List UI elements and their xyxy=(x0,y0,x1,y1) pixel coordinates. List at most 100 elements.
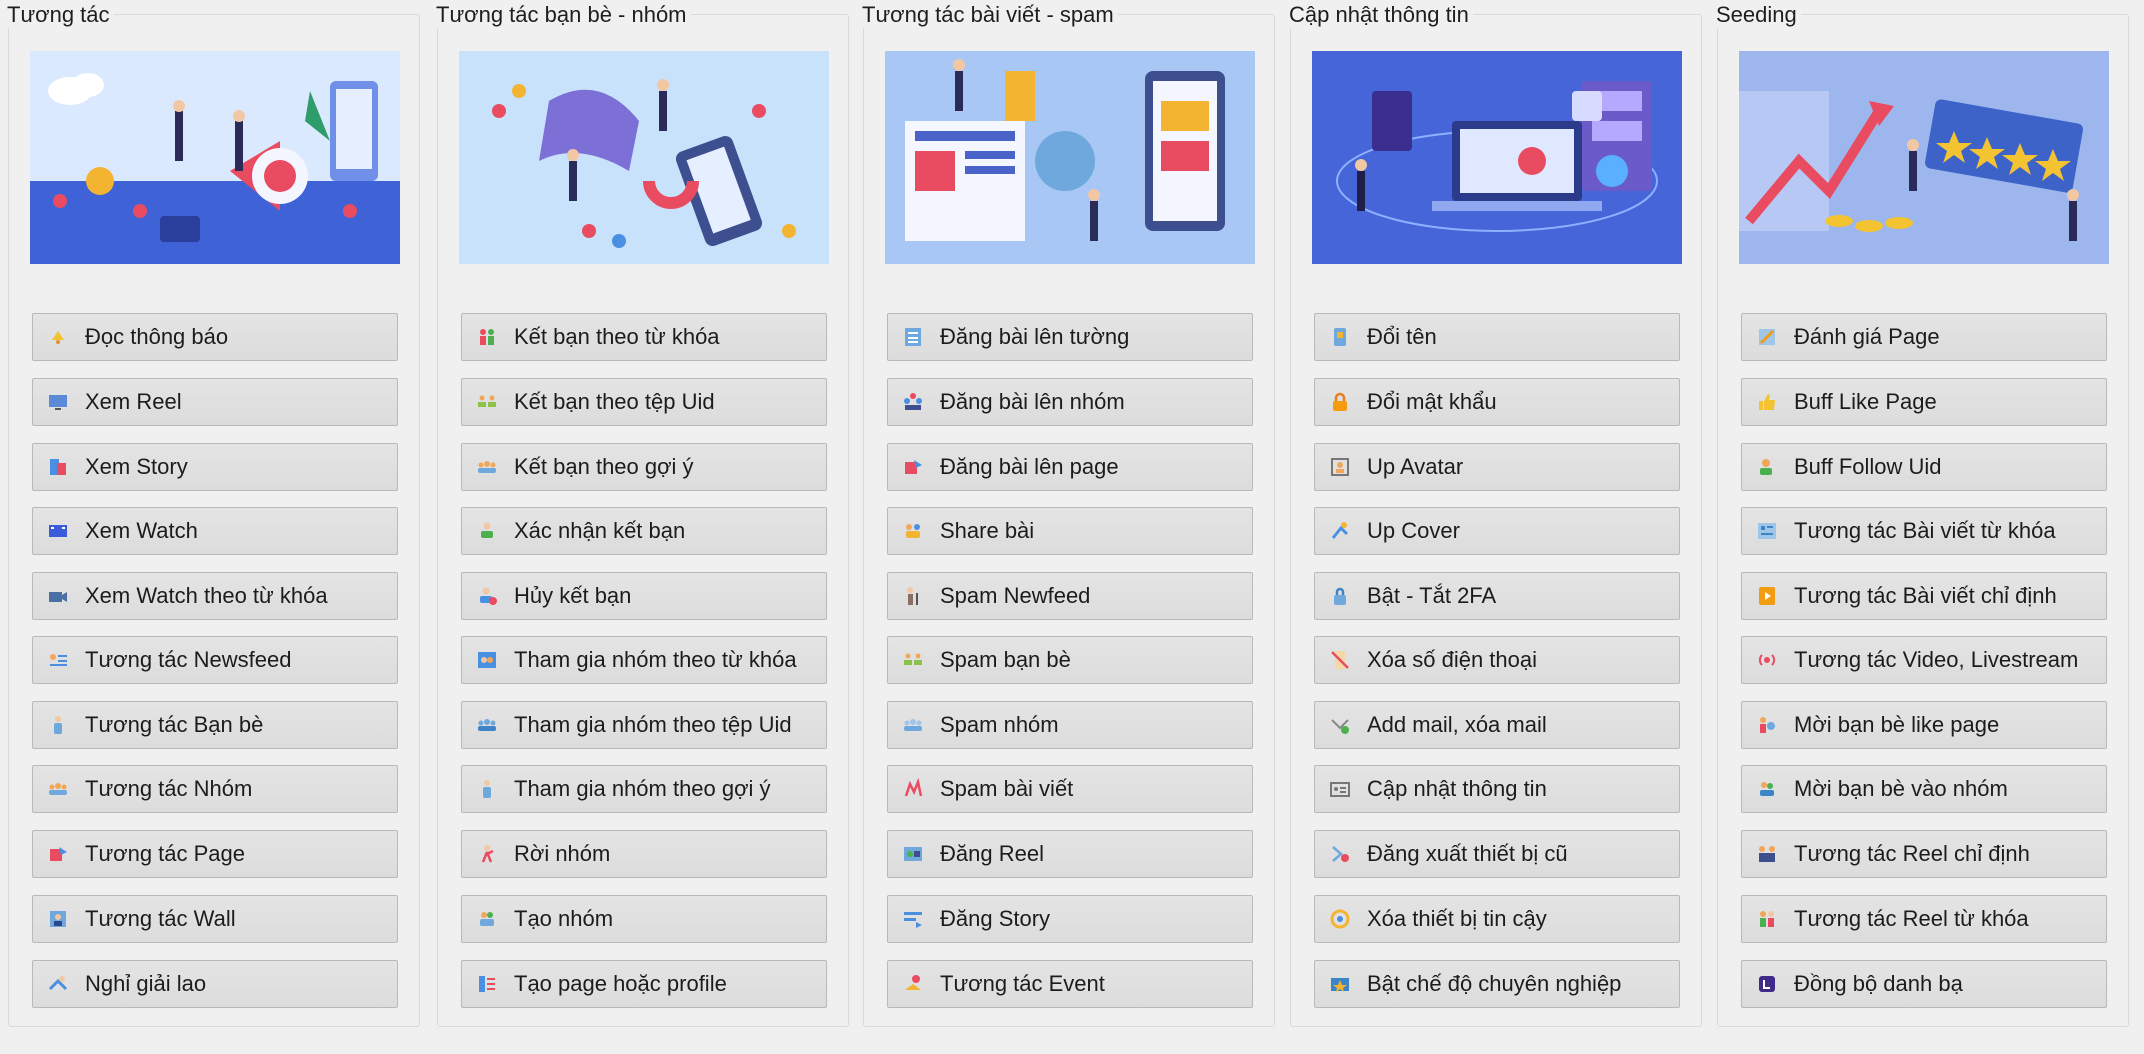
dang-bai-len-tuong-button[interactable]: Đăng bài lên tường xyxy=(887,313,1253,361)
button-label: Kết bạn theo từ khóa xyxy=(514,324,720,349)
huy-ket-ban-button[interactable]: Hủy kết bạn xyxy=(461,572,827,620)
tuong-tac-bai-viet-chi-dinh-button[interactable]: Tương tác Bài viết chỉ định xyxy=(1741,572,2107,620)
tuong-tac-newsfeed-button[interactable]: Tương tác Newsfeed xyxy=(32,636,398,684)
tuong-tac-ban-be-button[interactable]: Tương tác Bạn bè xyxy=(32,701,398,749)
tham-gia-nhom-goi-y-button[interactable]: Tham gia nhóm theo gợi ý xyxy=(461,765,827,813)
banner-image xyxy=(1739,51,2109,264)
spam-feed-icon xyxy=(902,585,924,607)
monitor-icon xyxy=(47,391,69,413)
spam-bai-viet-button[interactable]: Spam bài viết xyxy=(887,765,1253,813)
button-label: Tham gia nhóm theo tệp Uid xyxy=(514,712,792,737)
tuong-tac-bai-viet-tu-khoa-button[interactable]: Tương tác Bài viết từ khóa xyxy=(1741,507,2107,555)
tuong-tac-reel-tu-khoa-button[interactable]: Tương tác Reel từ khóa xyxy=(1741,895,2107,943)
invite-like-icon xyxy=(1756,714,1778,736)
dong-bo-danh-ba-button[interactable]: Đồng bộ danh bạ xyxy=(1741,960,2107,1008)
tuong-tac-event-button[interactable]: Tương tác Event xyxy=(887,960,1253,1008)
tuong-tac-page-button[interactable]: Tương tác Page xyxy=(32,830,398,878)
button-label: Xem Watch xyxy=(85,518,198,543)
dang-reel-button[interactable]: Đăng Reel xyxy=(887,830,1253,878)
camera-icon xyxy=(47,585,69,607)
xem-watch-button[interactable]: Xem Watch xyxy=(32,507,398,555)
bat-tat-2fa-button[interactable]: Bật - Tắt 2FA xyxy=(1314,572,1680,620)
button-label: Tương tác Bạn bè xyxy=(85,712,264,737)
logout-icon xyxy=(1329,843,1351,865)
spam-nhom-button[interactable]: Spam nhóm xyxy=(887,701,1253,749)
group-title: Tương tác bạn bè - nhóm xyxy=(434,2,691,28)
xac-nhan-ket-ban-button[interactable]: Xác nhận kết bạn xyxy=(461,507,827,555)
add-mail-xoa-mail-button[interactable]: Add mail, xóa mail xyxy=(1314,701,1680,749)
up-cover-button[interactable]: Up Cover xyxy=(1314,507,1680,555)
button-label: Đổi tên xyxy=(1367,324,1437,349)
button-label: Add mail, xóa mail xyxy=(1367,712,1547,737)
button-label: Đăng Story xyxy=(940,906,1051,931)
tuong-tac-nhom-button[interactable]: Tương tác Nhóm xyxy=(32,765,398,813)
share-bai-button[interactable]: Share bài xyxy=(887,507,1253,555)
ket-ban-goi-y-button[interactable]: Kết bạn theo gợi ý xyxy=(461,443,827,491)
button-label: Rời nhóm xyxy=(514,841,611,866)
group-tuong-tac: Tương tác Đọc thông báo Xem Reel Xem Sto… xyxy=(5,2,420,1027)
ket-ban-tu-khoa-button[interactable]: Kết bạn theo từ khóa xyxy=(461,313,827,361)
moi-ban-be-vao-nhom-button[interactable]: Mời bạn bè vào nhóm xyxy=(1741,765,2107,813)
person-icon xyxy=(47,714,69,736)
contacts-icon xyxy=(1756,973,1778,995)
up-avatar-button[interactable]: Up Avatar xyxy=(1314,443,1680,491)
xoa-so-dien-thoai-button[interactable]: Xóa số điện thoại xyxy=(1314,636,1680,684)
follow-icon xyxy=(1756,456,1778,478)
moi-ban-be-like-page-button[interactable]: Mời bạn bè like page xyxy=(1741,701,2107,749)
xoa-thiet-bi-tin-cay-button[interactable]: Xóa thiết bị tin cậy xyxy=(1314,895,1680,943)
group-icon xyxy=(476,714,498,736)
play-icon xyxy=(1756,585,1778,607)
cap-nhat-thong-tin-button[interactable]: Cập nhật thông tin xyxy=(1314,765,1680,813)
ket-ban-tep-uid-button[interactable]: Kết bạn theo tệp Uid xyxy=(461,378,827,426)
button-label: Tham gia nhóm theo từ khóa xyxy=(514,647,797,672)
bat-che-do-chuyen-nghiep-button[interactable]: Bật chế độ chuyên nghiệp xyxy=(1314,960,1680,1008)
dang-bai-len-page-button[interactable]: Đăng bài lên page xyxy=(887,443,1253,491)
confirm-user-icon xyxy=(476,520,498,542)
tao-page-profile-button[interactable]: Tạo page hoặc profile xyxy=(461,960,827,1008)
danh-gia-page-button[interactable]: Đánh giá Page xyxy=(1741,313,2107,361)
leave-icon xyxy=(476,843,498,865)
doi-ten-button[interactable]: Đổi tên xyxy=(1314,313,1680,361)
button-label: Tương tác Reel chỉ định xyxy=(1794,841,2030,866)
tuong-tac-video-livestream-button[interactable]: Tương tác Video, Livestream xyxy=(1741,636,2107,684)
dang-bai-len-nhom-button[interactable]: Đăng bài lên nhóm xyxy=(887,378,1253,426)
doi-mat-khau-button[interactable]: Đổi mật khẩu xyxy=(1314,378,1680,426)
tuong-tac-reel-chi-dinh-button[interactable]: Tương tác Reel chỉ định xyxy=(1741,830,2107,878)
xem-reel-button[interactable]: Xem Reel xyxy=(32,378,398,426)
buff-like-page-button[interactable]: Buff Like Page xyxy=(1741,378,2107,426)
tham-gia-nhom-tu-khoa-button[interactable]: Tham gia nhóm theo từ khóa xyxy=(461,636,827,684)
page-icon xyxy=(902,456,924,478)
button-label: Bật chế độ chuyên nghiệp xyxy=(1367,971,1622,996)
xem-story-button[interactable]: Xem Story xyxy=(32,443,398,491)
button-label: Xem Watch theo từ khóa xyxy=(85,583,328,608)
button-label: Mời bạn bè like page xyxy=(1794,712,2000,737)
button-label: Spam bài viết xyxy=(940,776,1074,801)
dang-story-button[interactable]: Đăng Story xyxy=(887,895,1253,943)
people-list-icon xyxy=(476,391,498,413)
spam-post-icon xyxy=(902,778,924,800)
button-label: Xem Story xyxy=(85,454,188,479)
xem-watch-tu-khoa-button[interactable]: Xem Watch theo từ khóa xyxy=(32,572,398,620)
film-icon xyxy=(47,520,69,542)
nghi-giai-lao-button[interactable]: Nghỉ giải lao xyxy=(32,960,398,1008)
tao-nhom-button[interactable]: Tạo nhóm xyxy=(461,895,827,943)
tuong-tac-wall-button[interactable]: Tương tác Wall xyxy=(32,895,398,943)
person-icon xyxy=(476,778,498,800)
spam-newfeed-button[interactable]: Spam Newfeed xyxy=(887,572,1253,620)
group-title: Cập nhật thông tin xyxy=(1287,2,1473,28)
buff-follow-uid-button[interactable]: Buff Follow Uid xyxy=(1741,443,2107,491)
rate-icon xyxy=(1756,326,1778,348)
padlock-icon xyxy=(1329,585,1351,607)
group-tuong-tac-bai-viet-spam: Tương tác bài viết - spam Đăng bài lên t… xyxy=(860,2,1275,1027)
spam-ban-be-button[interactable]: Spam bạn bè xyxy=(887,636,1253,684)
group-seeding: Seeding Đánh giá Page Buff Like Page Buf… xyxy=(1714,2,2129,1027)
id-card-icon xyxy=(1329,778,1351,800)
doc-thong-bao-button[interactable]: Đọc thông báo xyxy=(32,313,398,361)
button-label: Nghỉ giải lao xyxy=(85,971,207,996)
roi-nhom-button[interactable]: Rời nhóm xyxy=(461,830,827,878)
tham-gia-nhom-tep-uid-button[interactable]: Tham gia nhóm theo tệp Uid xyxy=(461,701,827,749)
mail-icon xyxy=(1329,714,1351,736)
button-label: Đăng Reel xyxy=(940,841,1044,866)
button-label: Buff Like Page xyxy=(1794,389,1937,414)
dang-xuat-thiet-bi-cu-button[interactable]: Đăng xuất thiết bị cũ xyxy=(1314,830,1680,878)
